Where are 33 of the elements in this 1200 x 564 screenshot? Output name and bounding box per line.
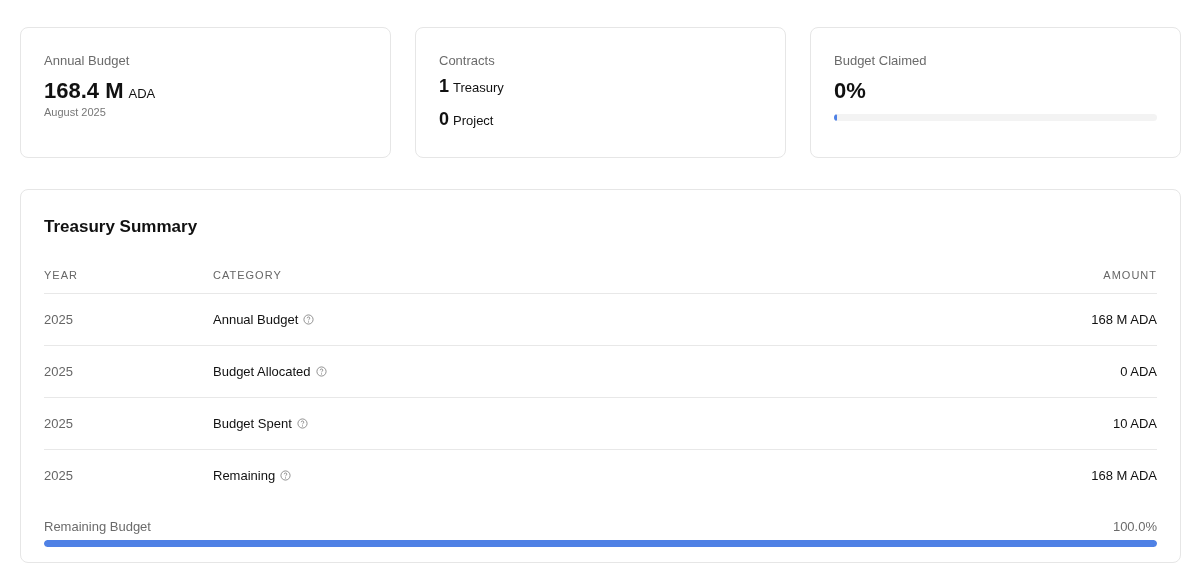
amount-cell-text: 10 ADA (1111, 416, 1157, 431)
amount-cell-text: 168 M ADA (1090, 312, 1157, 327)
year-cell-text: 2025 (44, 416, 74, 431)
card-title: Contracts (439, 53, 496, 68)
count-label: Project (453, 113, 494, 128)
year-cell-text: 2025 (44, 312, 74, 327)
year-cell-text: 2025 (44, 468, 74, 483)
help-icon[interactable] (280, 470, 292, 481)
count-value: 0 (439, 109, 449, 130)
section-title: Treasury Summary (44, 217, 199, 237)
stat-value: 0% (834, 78, 866, 104)
amount-cell-text: 168 M ADA (1090, 468, 1157, 483)
remaining-reading: 100.0% (1112, 519, 1157, 534)
stat-value: 168.4 M (44, 78, 124, 104)
help-icon[interactable] (303, 314, 315, 325)
column-header: AMOUNT (1102, 269, 1157, 281)
category-cell: Remaining (213, 468, 276, 483)
amount-cell-text: 0 ADA (1119, 364, 1157, 379)
category-cell: Budget Allocated (213, 364, 311, 379)
column-header: YEAR (44, 269, 79, 281)
count-label: Treasury (453, 80, 504, 95)
help-icon[interactable] (315, 366, 327, 377)
stat-note: August 2025 (44, 106, 107, 118)
remaining-label: Remaining Budget (44, 519, 151, 534)
year-cell-text: 2025 (44, 364, 74, 379)
stat-unit: ADA (128, 86, 156, 101)
column-header: CATEGORY (213, 269, 283, 281)
category-cell: Annual Budget (213, 312, 299, 327)
category-cell: Budget Spent (213, 416, 292, 431)
count-value: 1 (439, 76, 449, 97)
card-title: Annual Budget (44, 53, 131, 68)
card-title: Budget Claimed (834, 53, 928, 68)
help-icon[interactable] (296, 418, 308, 429)
